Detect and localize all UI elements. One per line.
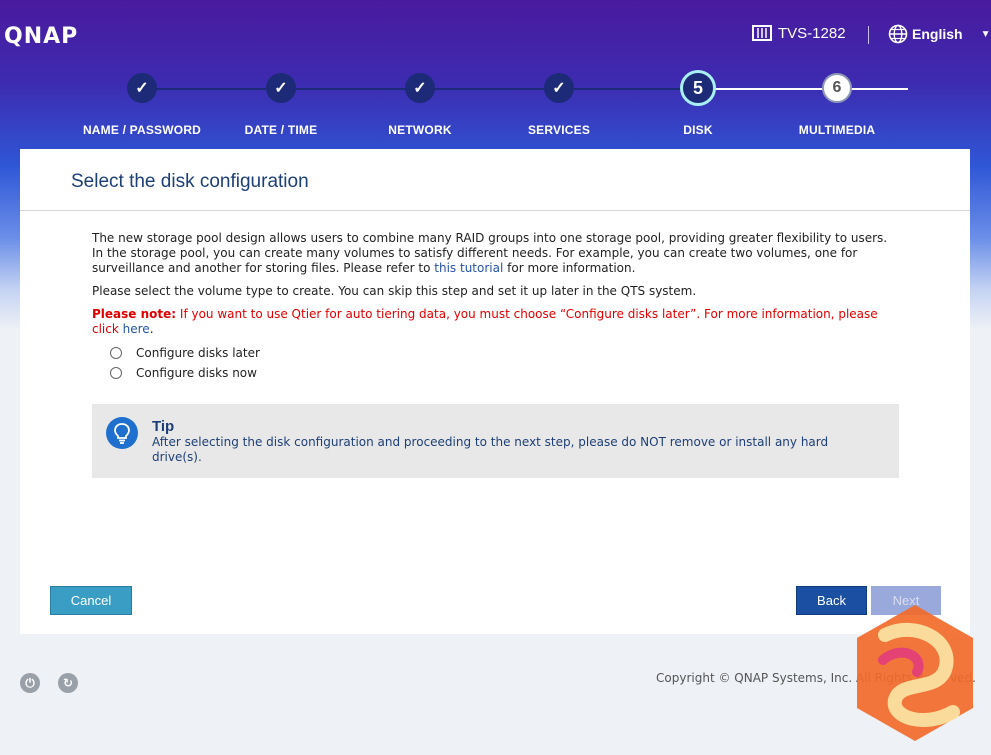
- page-title: Select the disk configuration: [71, 171, 309, 192]
- option-label: Configure disks later: [136, 345, 260, 360]
- step-disk: 5 DISK: [618, 70, 778, 137]
- model-name: TVS-1282: [778, 24, 846, 42]
- check-icon: ✓: [127, 73, 157, 103]
- radio-button[interactable]: [110, 347, 122, 359]
- step-services: ✓ SERVICES: [479, 70, 639, 137]
- step-network: ✓ NETWORK: [340, 70, 500, 137]
- step-label: DISK: [683, 123, 713, 137]
- footer-icons: ⏻ ↻: [20, 673, 78, 693]
- radio-button[interactable]: [110, 367, 122, 379]
- select-instruction: Please select the volume type to create.…: [92, 284, 697, 298]
- restart-icon[interactable]: ↻: [58, 673, 78, 693]
- step-label: NAME / PASSWORD: [82, 123, 202, 137]
- note-label: Please note:: [92, 307, 177, 321]
- chevron-down-icon: ▼: [980, 28, 991, 40]
- tip-box: Tip After selecting the disk configurati…: [92, 404, 899, 478]
- step-name-password: ✓ NAME / PASSWORD: [62, 70, 222, 137]
- intro-text-end: for more information.: [507, 261, 636, 275]
- model-indicator: TVS-1282: [752, 24, 846, 42]
- qnap-logo: QNAP: [4, 24, 79, 49]
- option-configure-later[interactable]: Configure disks later: [110, 343, 902, 363]
- intro-paragraph: The new storage pool design allows users…: [92, 231, 902, 276]
- title-divider: [20, 210, 970, 211]
- tip-text: After selecting the disk configuration a…: [152, 435, 829, 464]
- step-number: 6: [822, 73, 852, 103]
- here-link[interactable]: here: [123, 322, 150, 336]
- cancel-button[interactable]: Cancel: [50, 586, 132, 615]
- step-label: SERVICES: [527, 123, 591, 137]
- tutorial-link[interactable]: this tutorial: [434, 261, 503, 275]
- step-multimedia: 6 MULTIMEDIA: [757, 70, 917, 137]
- language-label: English: [912, 26, 963, 42]
- nas-device-icon: [752, 25, 772, 41]
- note-paragraph: Please note: If you want to use Qtier fo…: [92, 307, 902, 337]
- note-end: .: [149, 322, 154, 336]
- header-divider: [868, 26, 869, 44]
- watermark-logo: [857, 605, 973, 741]
- step-label: MULTIMEDIA: [798, 123, 876, 137]
- wizard-card: Select the disk configuration The new st…: [20, 149, 970, 634]
- wizard-steps: ✓ NAME / PASSWORD ✓ DATE / TIME ✓ NETWOR…: [0, 70, 991, 145]
- option-configure-now[interactable]: Configure disks now: [110, 363, 902, 383]
- step-date-time: ✓ DATE / TIME: [201, 70, 361, 137]
- check-icon: ✓: [544, 73, 574, 103]
- option-label: Configure disks now: [136, 365, 257, 380]
- content-area: The new storage pool design allows users…: [92, 231, 902, 383]
- power-icon[interactable]: ⏻: [20, 673, 40, 693]
- lightbulb-icon: [106, 417, 138, 449]
- globe-icon: [888, 24, 908, 44]
- check-icon: ✓: [266, 73, 296, 103]
- check-icon: ✓: [405, 73, 435, 103]
- step-number: 5: [680, 70, 716, 106]
- tip-title: Tip: [152, 418, 175, 435]
- language-selector[interactable]: English ▼: [888, 24, 990, 44]
- note-text: If you want to use Qtier for auto tierin…: [92, 307, 878, 336]
- step-label: NETWORK: [388, 123, 452, 137]
- step-label: DATE / TIME: [244, 123, 318, 137]
